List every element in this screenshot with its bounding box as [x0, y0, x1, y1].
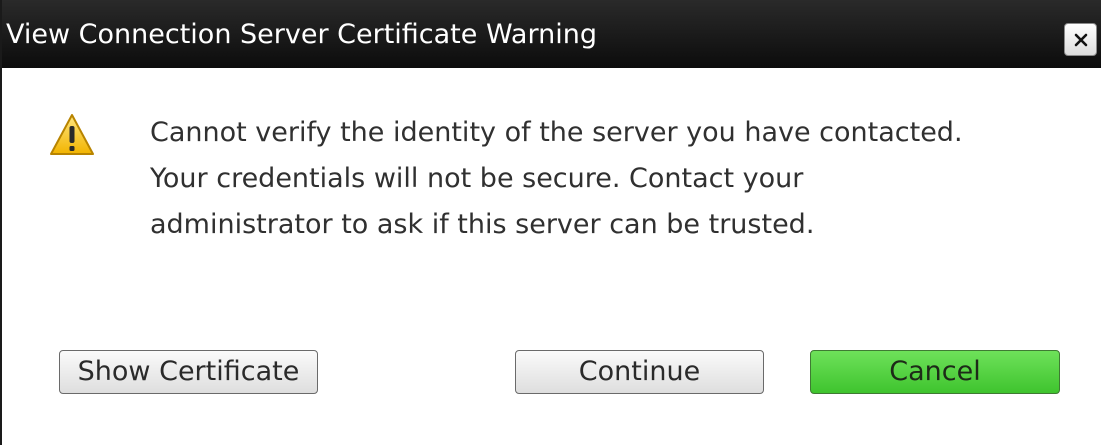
show-certificate-button[interactable]: Show Certificate [59, 350, 318, 394]
message-line: administrator to ask if this server can … [150, 209, 815, 240]
close-icon [1073, 32, 1089, 48]
message-line: Cannot verify the identity of the server… [150, 117, 963, 148]
warning-triangle-icon [49, 112, 95, 158]
dialog-title: View Connection Server Certificate Warni… [6, 19, 597, 50]
continue-button[interactable]: Continue [515, 350, 764, 394]
warning-message: Cannot verify the identity of the server… [150, 110, 1080, 248]
close-button[interactable] [1064, 23, 1097, 56]
title-bar: View Connection Server Certificate Warni… [2, 0, 1101, 68]
message-line: Your credentials will not be secure. Con… [150, 163, 804, 194]
cancel-button[interactable]: Cancel [810, 350, 1060, 394]
certificate-warning-dialog: View Connection Server Certificate Warni… [0, 0, 1101, 445]
